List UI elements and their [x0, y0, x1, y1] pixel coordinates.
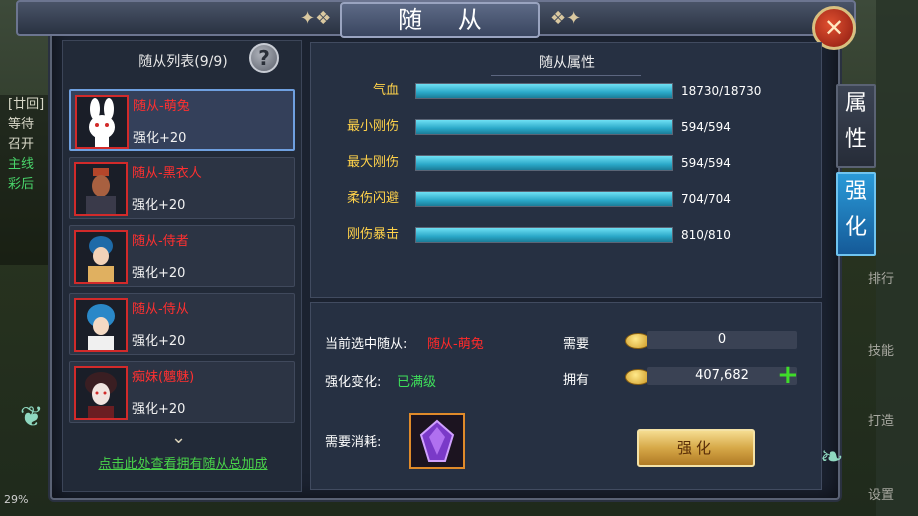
attribute-bar-fill — [416, 192, 672, 206]
attribute-label: 气血 — [372, 83, 399, 98]
attribute-bar — [415, 227, 673, 243]
selected-follower-label: 当前选中随从: — [325, 337, 408, 352]
follower-list-item[interactable]: 随从-萌兔 强化+20 — [69, 89, 295, 151]
attribute-bar — [415, 155, 673, 171]
attribute-value: 18730/18730 — [681, 84, 762, 98]
tab-attributes-char: 属 — [844, 91, 867, 116]
enhance-panel: 当前选中随从: 随从-萌兔 强化变化: 已满级 需要 0 拥有 407,682 … — [310, 302, 822, 490]
follower-list-panel: 随从列表(9/9) ? 随从-萌兔 强化+20 随从-黑衣人 强化+20 随从-… — [62, 40, 302, 492]
follower-level: 强化+20 — [132, 198, 186, 213]
tab-attributes-char: 性 — [844, 127, 867, 152]
attribute-bar-fill — [416, 84, 672, 98]
close-icon: ✕ — [823, 14, 845, 42]
attribute-row: 柔伤闪避 704/704 — [311, 187, 823, 211]
settings-menu-label[interactable]: 设置 — [868, 484, 894, 503]
tab-enhance[interactable]: 强 化 — [836, 172, 876, 256]
leaf-ornament-icon: ❦ — [20, 400, 44, 433]
follower-level: 强化+20 — [132, 266, 186, 281]
forge-menu-label[interactable]: 打造 — [868, 410, 894, 429]
own-amount: 407,682 — [647, 367, 797, 385]
attribute-label: 柔伤闪避 — [346, 191, 399, 206]
follower-name: 随从-侍者 — [132, 234, 189, 249]
need-amount: 0 — [647, 331, 797, 349]
enhance-button[interactable]: 强化 — [637, 429, 755, 467]
follower-level: 强化+20 — [132, 402, 186, 417]
rank-menu-label[interactable]: 排行 — [868, 268, 894, 287]
attribute-row: 刚伤暴击 810/810 — [311, 223, 823, 247]
attendant-avatar-icon — [74, 230, 128, 284]
tab-enhance-char: 强 — [844, 179, 867, 204]
follower-level: 强化+20 — [132, 334, 186, 349]
bird-ornament-icon: ❧ — [820, 440, 844, 473]
attributes-title-divider — [491, 75, 641, 76]
follower-name: 随从-侍从 — [132, 302, 189, 317]
ghost-girl-avatar-icon — [74, 366, 128, 420]
attribute-bar — [415, 119, 673, 135]
own-label: 拥有 — [563, 373, 590, 388]
follower-avatar-icon — [74, 298, 128, 352]
window-title: 随 从 — [340, 2, 540, 38]
attribute-label: 最大刚伤 — [346, 155, 399, 170]
attributes-title: 随从属性 — [539, 55, 595, 71]
attribute-bar-fill — [416, 156, 672, 170]
follower-name: 随从-黑衣人 — [132, 166, 202, 181]
tab-enhance-char: 化 — [844, 215, 867, 240]
tab-attributes[interactable]: 属 性 — [836, 84, 876, 168]
attribute-label: 最小刚伤 — [346, 119, 399, 134]
attribute-bar — [415, 191, 673, 207]
attribute-value: 810/810 — [681, 228, 731, 242]
crystal-item-icon[interactable] — [409, 413, 465, 469]
follower-name: 痴妹(魑魅) — [132, 370, 195, 385]
add-gold-button[interactable]: + — [777, 362, 799, 388]
background-right-menu — [876, 0, 918, 516]
battery-percent: 29% — [4, 493, 29, 506]
follower-name: 随从-萌兔 — [133, 99, 190, 114]
attribute-value: 704/704 — [681, 192, 731, 206]
rabbit-avatar-icon — [75, 95, 129, 149]
skill-menu-label[interactable]: 技能 — [868, 340, 894, 359]
total-bonus-link[interactable]: 点击此处查看拥有随从总加成 — [63, 453, 303, 472]
scroll-down-chevron-icon[interactable]: ⌄ — [171, 427, 186, 448]
attribute-bar — [415, 83, 673, 99]
follower-list-item[interactable]: 随从-侍者 强化+20 — [69, 225, 295, 287]
attribute-label: 刚伤暴击 — [346, 227, 399, 242]
attribute-row: 最小刚伤 594/594 — [311, 115, 823, 139]
attribute-row: 气血 18730/18730 — [311, 79, 823, 103]
enhance-change-label: 强化变化: — [325, 375, 382, 390]
selected-follower-name: 随从-萌兔 — [427, 337, 484, 352]
attribute-bar-fill — [416, 228, 672, 242]
enhance-change-value: 已满级 — [397, 375, 437, 390]
follower-level: 强化+20 — [133, 131, 187, 146]
attribute-value: 594/594 — [681, 120, 731, 134]
title-ornament-right-icon: ❖✦ — [550, 8, 582, 29]
follower-attributes-panel: 随从属性 气血 18730/18730 最小刚伤 594/594 最大刚伤 59… — [310, 42, 822, 298]
follower-list-item[interactable]: 随从-侍从 强化+20 — [69, 293, 295, 355]
attribute-bar-fill — [416, 120, 672, 134]
attribute-value: 594/594 — [681, 156, 731, 170]
man-in-black-avatar-icon — [74, 162, 128, 216]
help-icon[interactable]: ? — [249, 43, 279, 73]
follower-list-item[interactable]: 痴妹(魑魅) 强化+20 — [69, 361, 295, 423]
follower-list-item[interactable]: 随从-黑衣人 强化+20 — [69, 157, 295, 219]
attribute-row: 最大刚伤 594/594 — [311, 151, 823, 175]
consume-label: 需要消耗: — [325, 435, 382, 450]
window-title-text: 随 从 — [398, 6, 496, 34]
need-label: 需要 — [563, 337, 590, 352]
